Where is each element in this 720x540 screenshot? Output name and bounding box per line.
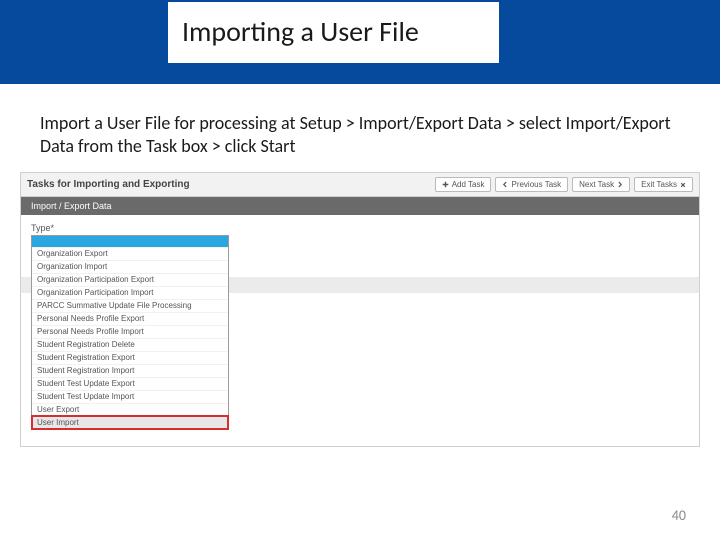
exit-tasks-button[interactable]: Exit Tasks bbox=[634, 177, 693, 192]
exit-tasks-label: Exit Tasks bbox=[641, 180, 677, 189]
add-task-button[interactable]: Add Task bbox=[435, 177, 492, 192]
dropdown-option[interactable]: Personal Needs Profile Export bbox=[32, 312, 228, 325]
dropdown-option[interactable]: Organization Participation Import bbox=[32, 286, 228, 299]
panel-buttons: Add Task Previous Task Next Task Exit Ta… bbox=[435, 177, 693, 192]
dropdown-option[interactable]: Organization Export bbox=[32, 247, 228, 260]
dropdown-option[interactable]: Organization Import bbox=[32, 260, 228, 273]
next-task-label: Next Task bbox=[579, 180, 614, 189]
dropdown-option[interactable]: Student Registration Delete bbox=[32, 338, 228, 351]
dropdown-option[interactable]: Student Test Update Import bbox=[32, 390, 228, 403]
dropdown-option[interactable]: PARCC Summative Update File Processing bbox=[32, 299, 228, 312]
dropdown-option[interactable]: User Export bbox=[32, 403, 228, 416]
dropdown-option[interactable]: Student Registration Export bbox=[32, 351, 228, 364]
plus-icon bbox=[442, 181, 449, 188]
type-dropdown[interactable]: Organization Export Organization Import … bbox=[31, 235, 229, 430]
dropdown-option[interactable]: Student Test Update Export bbox=[32, 377, 228, 390]
panel-body: Type* Organization Export Organization I… bbox=[21, 215, 699, 446]
chevron-left-icon bbox=[502, 181, 508, 188]
next-task-button[interactable]: Next Task bbox=[572, 177, 630, 192]
dropdown-option[interactable]: Student Registration Import bbox=[32, 364, 228, 377]
screenshot-panel: Tasks for Importing and Exporting Add Ta… bbox=[20, 172, 700, 447]
chevron-right-icon bbox=[617, 181, 623, 188]
close-icon bbox=[680, 182, 686, 188]
previous-task-button[interactable]: Previous Task bbox=[495, 177, 568, 192]
title-banner: Importing a User File bbox=[0, 0, 720, 84]
task-tab[interactable]: Import / Export Data bbox=[21, 197, 699, 215]
dropdown-option[interactable]: Organization Participation Export bbox=[32, 273, 228, 286]
page-number: 40 bbox=[672, 507, 686, 524]
instruction-text: Import a User File for processing at Set… bbox=[40, 112, 680, 158]
dropdown-option-user-import[interactable]: User Import bbox=[32, 416, 228, 429]
slide-title: Importing a User File bbox=[168, 2, 499, 63]
dropdown-selected-blank[interactable] bbox=[32, 236, 228, 247]
previous-task-label: Previous Task bbox=[511, 180, 561, 189]
dropdown-option[interactable]: Personal Needs Profile Import bbox=[32, 325, 228, 338]
type-label: Type* bbox=[31, 223, 689, 233]
panel-title: Tasks for Importing and Exporting bbox=[27, 179, 435, 190]
add-task-label: Add Task bbox=[452, 180, 485, 189]
panel-header: Tasks for Importing and Exporting Add Ta… bbox=[21, 173, 699, 197]
